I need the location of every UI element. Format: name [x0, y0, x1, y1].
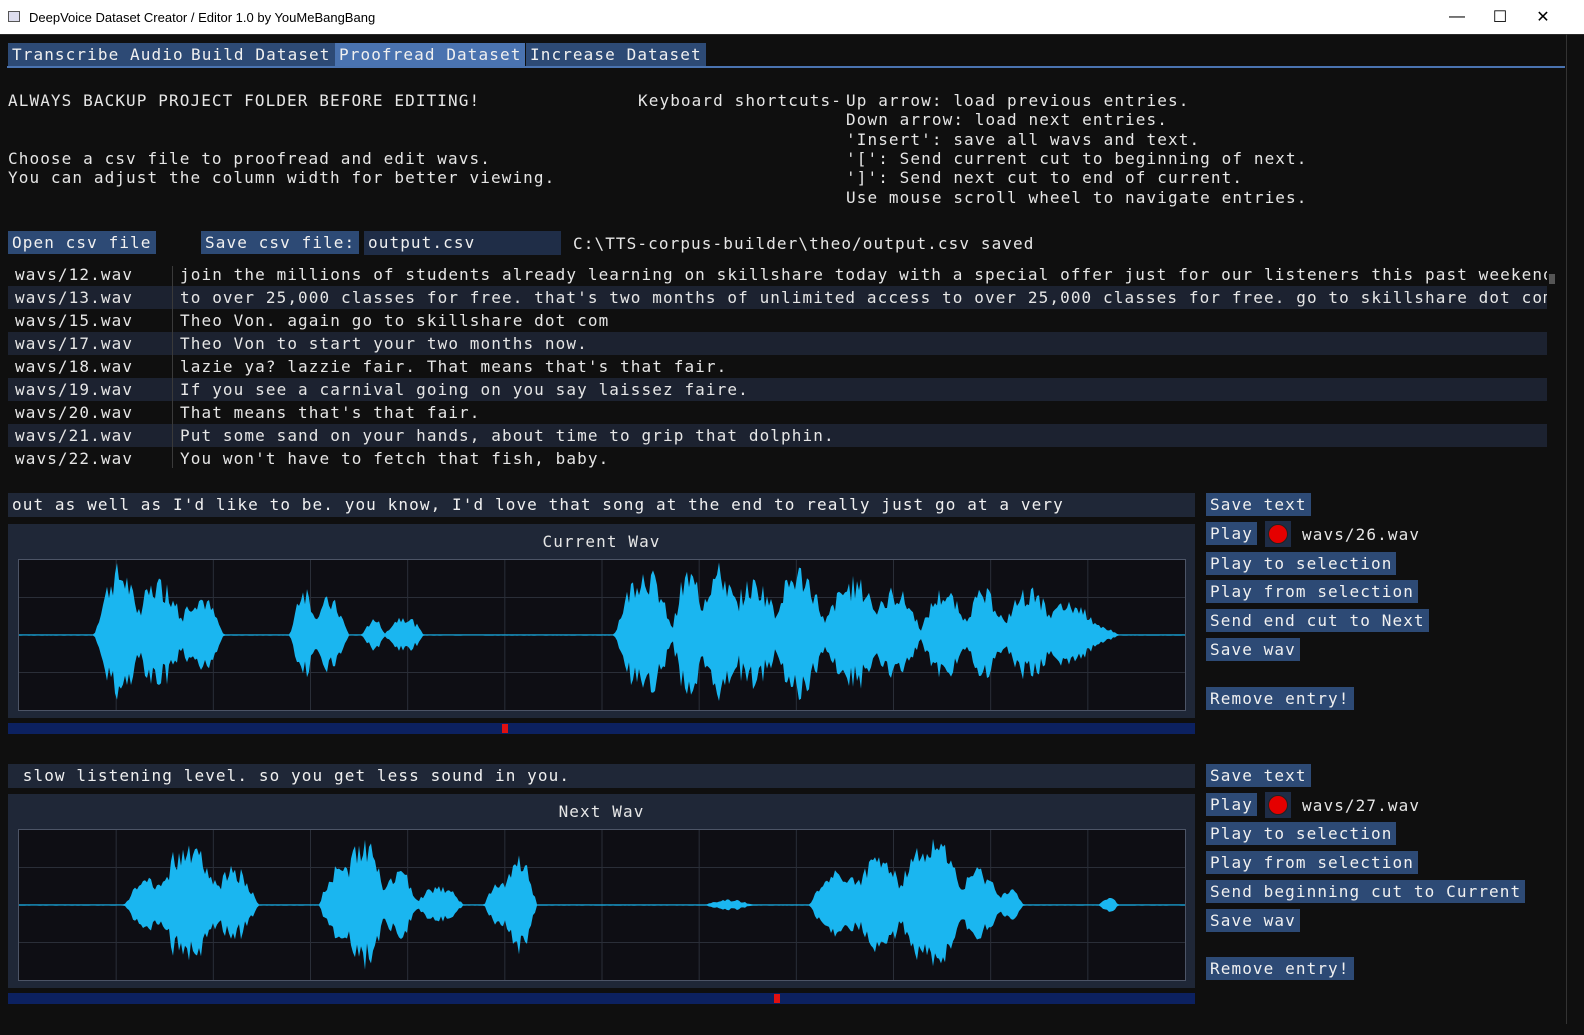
shortcut-open-bracket: '[': Send current cut to beginning of ne…: [846, 149, 1308, 168]
send-beginning-cut-to-current-button[interactable]: Send beginning cut to Current: [1206, 880, 1526, 903]
next-play-button[interactable]: Play: [1206, 793, 1257, 816]
shortcut-up: Up arrow: load previous entries.: [846, 91, 1190, 110]
table-row[interactable]: wavs/17.wav Theo Von to start your two mo…: [8, 332, 1547, 355]
next-save-text-button[interactable]: Save text: [1206, 764, 1311, 787]
table-row[interactable]: wavs/12.wav join the millions of students…: [8, 266, 1547, 286]
entry-text: to over 25,000 classes for free. that's …: [180, 288, 1547, 307]
shortcut-close-bracket: ']': Send next cut to end of current.: [846, 168, 1244, 187]
entries-scrollbar[interactable]: [1547, 266, 1557, 468]
maximize-button[interactable]: ☐: [1477, 0, 1523, 34]
window-title: DeepVoice Dataset Creator / Editor 1.0 b…: [29, 10, 376, 25]
entry-file: wavs/21.wav: [15, 426, 134, 445]
entry-file: wavs/15.wav: [15, 311, 134, 330]
current-play-to-selection-button[interactable]: Play to selection: [1206, 552, 1397, 575]
table-row[interactable]: wavs/18.wav lazie ya? lazzie fair. That m…: [8, 355, 1547, 378]
tab-underline: [7, 66, 1565, 68]
next-text-input[interactable]: slow listening level. so you get less so…: [8, 764, 1195, 788]
tab-build-dataset[interactable]: Build Dataset: [187, 43, 335, 66]
next-waveform: [19, 830, 1185, 980]
backup-warning: ALWAYS BACKUP PROJECT FOLDER BEFORE EDIT…: [8, 91, 481, 110]
next-position-slider[interactable]: [8, 993, 1195, 1004]
next-wav-title: Next Wav: [558, 802, 645, 821]
save-csv-button[interactable]: Save csv file:: [201, 231, 360, 254]
current-wav-panel: Current Wav: [8, 524, 1195, 718]
current-save-text-button[interactable]: Save text: [1206, 493, 1311, 516]
next-play-to-selection-button[interactable]: Play to selection: [1206, 822, 1397, 845]
instructions-line-2: You can adjust the column width for bett…: [8, 168, 556, 187]
next-record-button[interactable]: [1265, 792, 1291, 818]
entry-text: join the millions of students already le…: [180, 266, 1547, 284]
next-remove-entry-button[interactable]: Remove entry!: [1206, 957, 1354, 980]
scrollbar-thumb[interactable]: [1549, 274, 1555, 284]
tab-transcribe-audio[interactable]: Transcribe Audio: [8, 43, 188, 66]
table-row[interactable]: wavs/20.wav That means that's that fair.: [8, 401, 1547, 424]
entry-text: If you see a carnival going on you say l…: [180, 380, 749, 399]
current-remove-entry-button[interactable]: Remove entry!: [1206, 687, 1354, 710]
entry-file: wavs/18.wav: [15, 357, 134, 376]
window-resize-edge: [1566, 34, 1567, 1024]
entry-file: wavs/22.wav: [15, 449, 134, 468]
current-wav-title: Current Wav: [542, 532, 661, 551]
entry-text: That means that's that fair.: [180, 403, 481, 422]
next-wav-plot[interactable]: [18, 829, 1186, 981]
titlebar-divider: [0, 34, 1584, 35]
current-text-input[interactable]: out as well as I'd like to be. you know,…: [8, 493, 1195, 517]
instructions-line-1: Choose a csv file to proofread and edit …: [8, 149, 491, 168]
entries-table[interactable]: wavs/12.wav join the millions of students…: [8, 266, 1547, 468]
open-csv-button[interactable]: Open csv file: [8, 231, 156, 254]
entry-text: You won't have to fetch that fish, baby.: [180, 449, 610, 468]
current-play-from-selection-button[interactable]: Play from selection: [1206, 580, 1418, 603]
tab-increase-dataset[interactable]: Increase Dataset: [526, 43, 706, 66]
current-save-wav-button[interactable]: Save wav: [1206, 638, 1300, 661]
tab-proofread-dataset[interactable]: Proofread Dataset: [335, 43, 526, 66]
current-position-slider[interactable]: [8, 723, 1195, 734]
entry-file: wavs/12.wav: [15, 266, 134, 284]
next-wav-panel: Next Wav: [8, 794, 1195, 988]
entry-text: Theo Von to start your two months now.: [180, 334, 588, 353]
table-row[interactable]: wavs/13.wav to over 25,000 classes for fr…: [8, 286, 1547, 309]
csv-filename-input[interactable]: output.csv: [364, 231, 561, 255]
next-slider-grab[interactable]: [773, 994, 780, 1003]
current-wav-plot[interactable]: [18, 559, 1186, 711]
record-icon: [1268, 524, 1288, 544]
app-icon: [8, 11, 20, 22]
current-play-button[interactable]: Play: [1206, 522, 1257, 545]
shortcuts-label: Keyboard shortcuts-: [638, 91, 842, 110]
table-row[interactable]: wavs/21.wav Put some sand on your hands, …: [8, 424, 1547, 447]
close-button[interactable]: ✕: [1520, 0, 1566, 34]
table-row[interactable]: wavs/15.wav Theo Von. again go to skillsh…: [8, 309, 1547, 332]
next-save-wav-button[interactable]: Save wav: [1206, 909, 1300, 932]
record-icon: [1268, 795, 1288, 815]
current-record-button[interactable]: [1265, 521, 1291, 547]
csv-save-status: C:\TTS-corpus-builder\theo/output.csv sa…: [573, 234, 1035, 253]
shortcut-insert: 'Insert': save all wavs and text.: [846, 130, 1201, 149]
send-end-cut-to-next-button[interactable]: Send end cut to Next: [1206, 609, 1429, 632]
minimize-button[interactable]: —: [1434, 0, 1480, 34]
next-wav-name: wavs/27.wav: [1302, 796, 1421, 815]
current-wav-name: wavs/26.wav: [1302, 525, 1421, 544]
table-row[interactable]: wavs/19.wav If you see a carnival going o…: [8, 378, 1547, 401]
entry-file: wavs/17.wav: [15, 334, 134, 353]
current-slider-grab[interactable]: [501, 724, 508, 733]
entry-file: wavs/20.wav: [15, 403, 134, 422]
entry-file: wavs/13.wav: [15, 288, 134, 307]
shortcut-down: Down arrow: load next entries.: [846, 110, 1168, 129]
current-waveform: [19, 560, 1185, 710]
next-play-from-selection-button[interactable]: Play from selection: [1206, 851, 1418, 874]
table-row[interactable]: wavs/22.wav You won't have to fetch that …: [8, 447, 1547, 468]
entry-text: Put some sand on your hands, about time …: [180, 426, 835, 445]
shortcut-scroll: Use mouse scroll wheel to navigate entri…: [846, 188, 1308, 207]
window-titlebar: DeepVoice Dataset Creator / Editor 1.0 b…: [0, 0, 1584, 34]
entry-text: lazie ya? lazzie fair. That means that's…: [180, 357, 728, 376]
entry-text: Theo Von. again go to skillshare dot com: [180, 311, 610, 330]
entry-file: wavs/19.wav: [15, 380, 134, 399]
